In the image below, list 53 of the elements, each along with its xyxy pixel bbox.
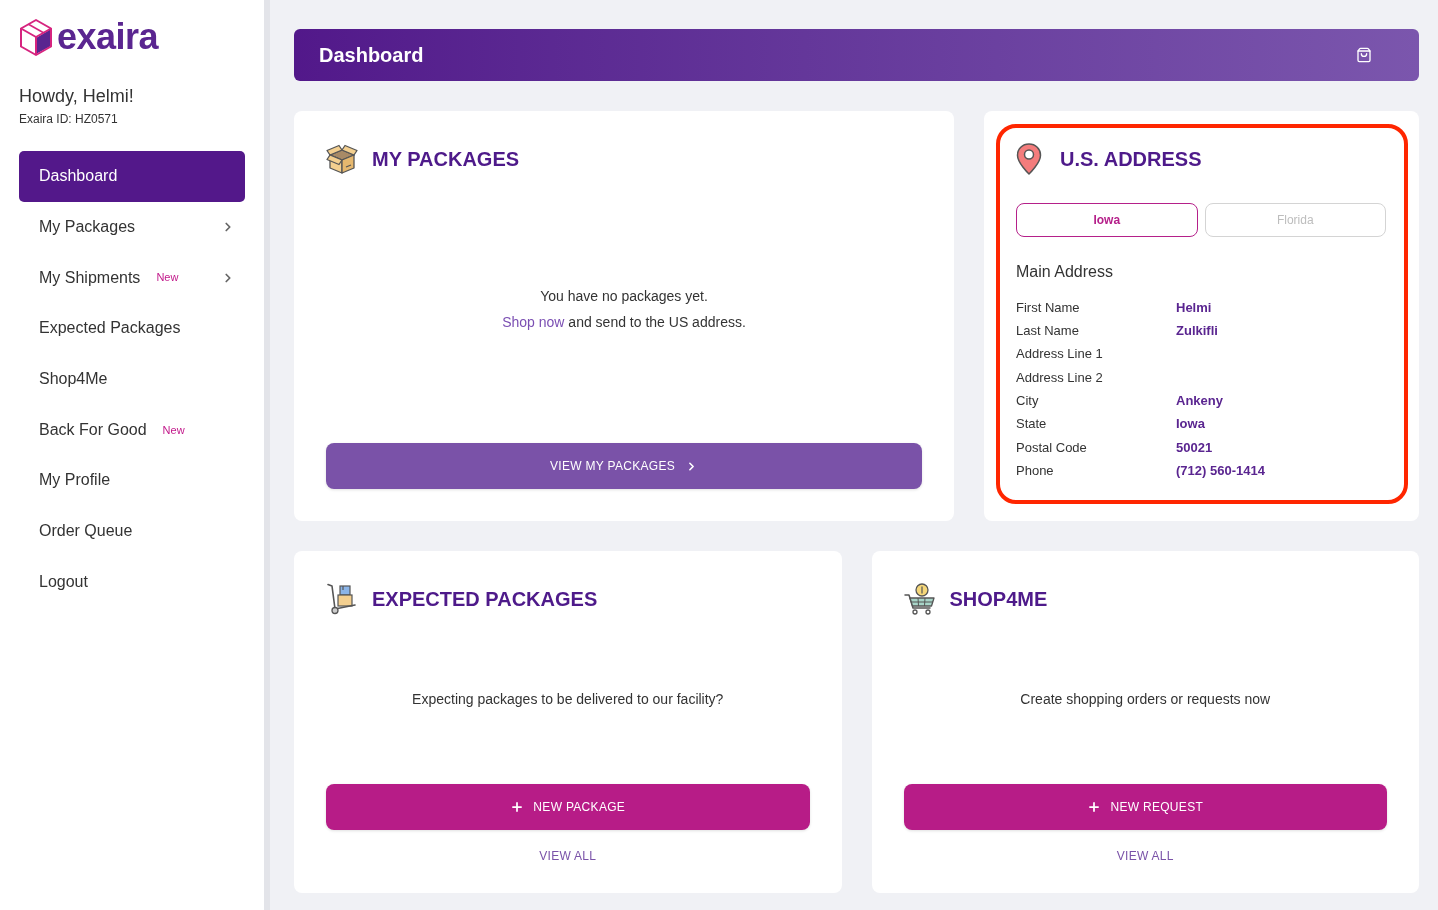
field-value: Ankeny: [1176, 392, 1223, 411]
map-pin-icon: [1016, 143, 1042, 175]
sidebar-item[interactable]: My Packages: [19, 201, 245, 253]
field-label: Address Line 2: [1016, 368, 1104, 387]
view-all-link[interactable]: VIEW ALL: [1116, 849, 1174, 863]
sidebar-item[interactable]: Expected Packages: [19, 303, 245, 354]
view-packages-button[interactable]: VIEW MY PACKAGES: [326, 443, 922, 489]
field-value: Zulkifli: [1176, 322, 1218, 341]
hint-text: Shop now and send to the US address.: [502, 313, 746, 331]
field-label: Last Name: [1016, 322, 1080, 341]
sidebar-item[interactable]: My Shipments New: [19, 252, 245, 304]
plus-icon: [1087, 800, 1102, 814]
hand-truck-icon: [326, 583, 358, 615]
shopping-bag-icon[interactable]: [1356, 47, 1372, 63]
field-value: Iowa: [1176, 415, 1205, 434]
primary-button[interactable]: NEW PACKAGE: [326, 784, 810, 830]
state-tab[interactable]: Iowa: [1016, 203, 1198, 237]
link[interactable]: Shop now: [502, 314, 565, 330]
field-label: State: [1016, 415, 1048, 434]
card-title: U.S. ADDRESS: [1060, 147, 1202, 172]
field-label: Address Line 1: [1016, 345, 1104, 364]
new-label: New: [156, 270, 179, 286]
greeting-text: Howdy, Helmi!: [19, 85, 135, 108]
sidebar-item[interactable]: My Profile: [19, 455, 245, 506]
field-value: (712) 560-1414: [1176, 461, 1265, 480]
sidebar-item[interactable]: Shop4Me: [19, 353, 245, 405]
card-message: Create shopping orders or requests now: [1020, 690, 1271, 709]
primary-button[interactable]: NEW REQUEST: [903, 784, 1387, 830]
logo-text: exaira: [57, 18, 159, 56]
field-label: Postal Code: [1016, 438, 1088, 457]
sidebar-item[interactable]: Back For Good New: [19, 404, 245, 456]
field-value: Helmi: [1176, 298, 1212, 317]
shopping-cart-icon: [903, 583, 936, 615]
field-value: 50021: [1176, 438, 1213, 457]
card-title: MY PACKAGES: [372, 147, 520, 172]
open-box-icon: [326, 143, 358, 175]
field-label: First Name: [1016, 298, 1081, 317]
new-label: New: [162, 422, 185, 438]
plus-icon: [510, 800, 525, 814]
field-label: City: [1016, 392, 1040, 411]
page-title: Dashboard: [319, 43, 425, 68]
empty-message: You have no packages yet.: [540, 287, 708, 305]
section-title: Main Address: [1016, 262, 1114, 282]
sidebar-item[interactable]: Dashboard: [19, 151, 245, 202]
field-label: Phone: [1016, 461, 1055, 480]
cube-logo-icon: [19, 18, 53, 56]
sidebar-item[interactable]: Order Queue: [19, 505, 245, 557]
card-title: SHOP4ME: [949, 587, 1048, 612]
card-title: EXPECTED PACKAGES: [372, 587, 598, 612]
view-all-link[interactable]: VIEW ALL: [539, 849, 597, 863]
member-id-text: Exaira ID: HZ0571: [19, 111, 119, 127]
sidebar-item[interactable]: Logout: [19, 556, 245, 608]
card-message: Expecting packages to be delivered to our facility?: [412, 690, 724, 709]
